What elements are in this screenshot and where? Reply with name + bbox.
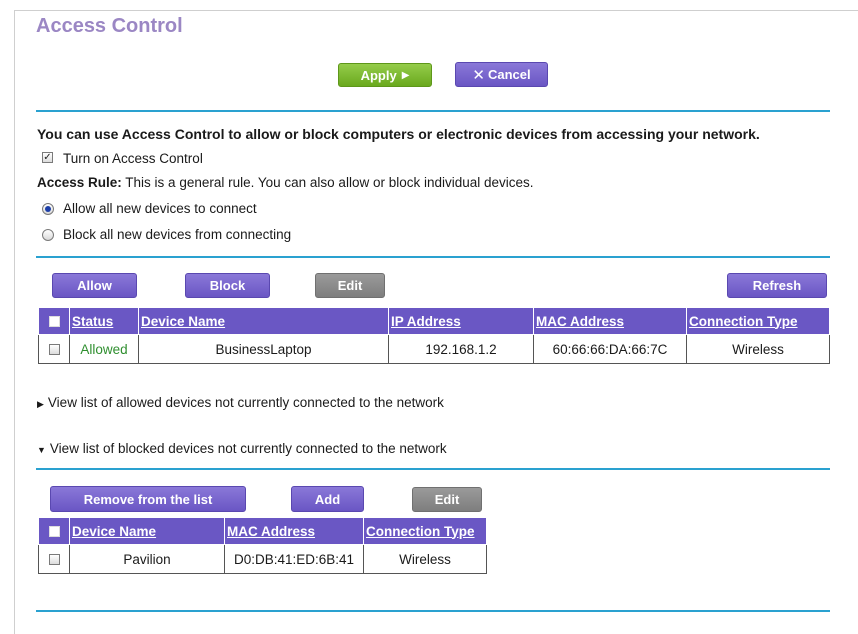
page-title: Access Control: [36, 15, 183, 37]
caret-right-icon: ▶: [37, 399, 44, 409]
blocked-edit-button[interactable]: Edit: [412, 487, 482, 512]
table-header-row: Device Name MAC Address Connection Type: [38, 517, 487, 545]
apply-label: Apply: [360, 67, 397, 83]
mac-address-cell: 60:66:66:DA:66:7C: [533, 334, 687, 364]
allowed-list-label: View list of allowed devices not current…: [47, 395, 444, 410]
divider: [36, 110, 830, 112]
ip-address-cell: 192.168.1.2: [388, 334, 534, 364]
select-all-header: [38, 517, 70, 545]
device-name-cell: Pavilion: [69, 544, 225, 574]
table-row: Allowed BusinessLaptop 192.168.1.2 60:66…: [38, 334, 830, 364]
column-header-status[interactable]: Status: [69, 307, 139, 335]
turn-on-label: Turn on Access Control: [63, 151, 203, 166]
checkmark-icon: ✓: [43, 151, 52, 163]
column-header-ip-address[interactable]: IP Address: [388, 307, 534, 335]
column-header-connection-type[interactable]: Connection Type: [686, 307, 830, 335]
select-all-checkbox[interactable]: [48, 316, 60, 328]
divider: [36, 256, 830, 258]
access-rule-text: Access Rule: This is a general rule. You…: [37, 175, 534, 190]
block-all-label: Block all new devices from connecting: [63, 227, 292, 242]
status-cell: Allowed: [69, 334, 139, 364]
row-checkbox[interactable]: [48, 344, 60, 356]
allow-button[interactable]: Allow: [52, 273, 137, 298]
row-checkbox-cell: [38, 544, 70, 574]
column-header-connection-type[interactable]: Connection Type: [363, 517, 487, 545]
table-header-row: Status Device Name IP Address MAC Addres…: [38, 307, 830, 335]
column-header-device-name[interactable]: Device Name: [69, 517, 225, 545]
select-all-checkbox[interactable]: [48, 526, 60, 538]
blocked-devices-table: Device Name MAC Address Connection Type …: [38, 517, 487, 574]
cancel-button[interactable]: ✕ Cancel: [455, 62, 548, 87]
column-header-mac-address[interactable]: MAC Address: [533, 307, 687, 335]
divider: [36, 610, 830, 612]
cancel-label: Cancel: [487, 67, 531, 82]
access-rule-description: This is a general rule. You can also all…: [121, 175, 534, 190]
edit-button[interactable]: Edit: [315, 273, 385, 298]
turn-on-checkbox[interactable]: ✓: [42, 152, 53, 163]
access-rule-label: Access Rule:: [37, 175, 122, 190]
connection-type-cell: Wireless: [686, 334, 830, 364]
column-header-device-name[interactable]: Device Name: [138, 307, 389, 335]
allow-all-radio[interactable]: [42, 203, 54, 215]
allowed-list-toggle[interactable]: ▶ View list of allowed devices not curren…: [37, 395, 444, 410]
allow-all-label: Allow all new devices to connect: [63, 201, 257, 216]
caret-down-icon: ▼: [37, 445, 46, 455]
device-name-cell: BusinessLaptop: [138, 334, 389, 364]
block-button[interactable]: Block: [185, 273, 270, 298]
block-all-radio[interactable]: [42, 229, 54, 241]
mac-address-cell: D0:DB:41:ED:6B:41: [224, 544, 364, 574]
table-row: Pavilion D0:DB:41:ED:6B:41 Wireless: [38, 544, 487, 574]
refresh-button[interactable]: Refresh: [727, 273, 827, 298]
close-icon: ✕: [472, 66, 485, 84]
row-checkbox-cell: [38, 334, 70, 364]
devices-table: Status Device Name IP Address MAC Addres…: [38, 307, 830, 364]
column-header-mac-address[interactable]: MAC Address: [224, 517, 364, 545]
add-button[interactable]: Add: [291, 486, 364, 512]
radio-selected-dot: [45, 206, 51, 212]
blocked-list-toggle[interactable]: ▼ View list of blocked devices not curren…: [37, 441, 447, 456]
select-all-header: [38, 307, 70, 335]
row-checkbox[interactable]: [48, 554, 60, 566]
connection-type-cell: Wireless: [363, 544, 487, 574]
play-icon: ▶: [401, 69, 410, 81]
divider: [36, 468, 830, 470]
remove-from-list-button[interactable]: Remove from the list: [50, 486, 246, 512]
intro-text: You can use Access Control to allow or b…: [37, 126, 760, 142]
apply-button[interactable]: Apply ▶: [338, 63, 432, 87]
blocked-list-label: View list of blocked devices not current…: [49, 441, 447, 456]
